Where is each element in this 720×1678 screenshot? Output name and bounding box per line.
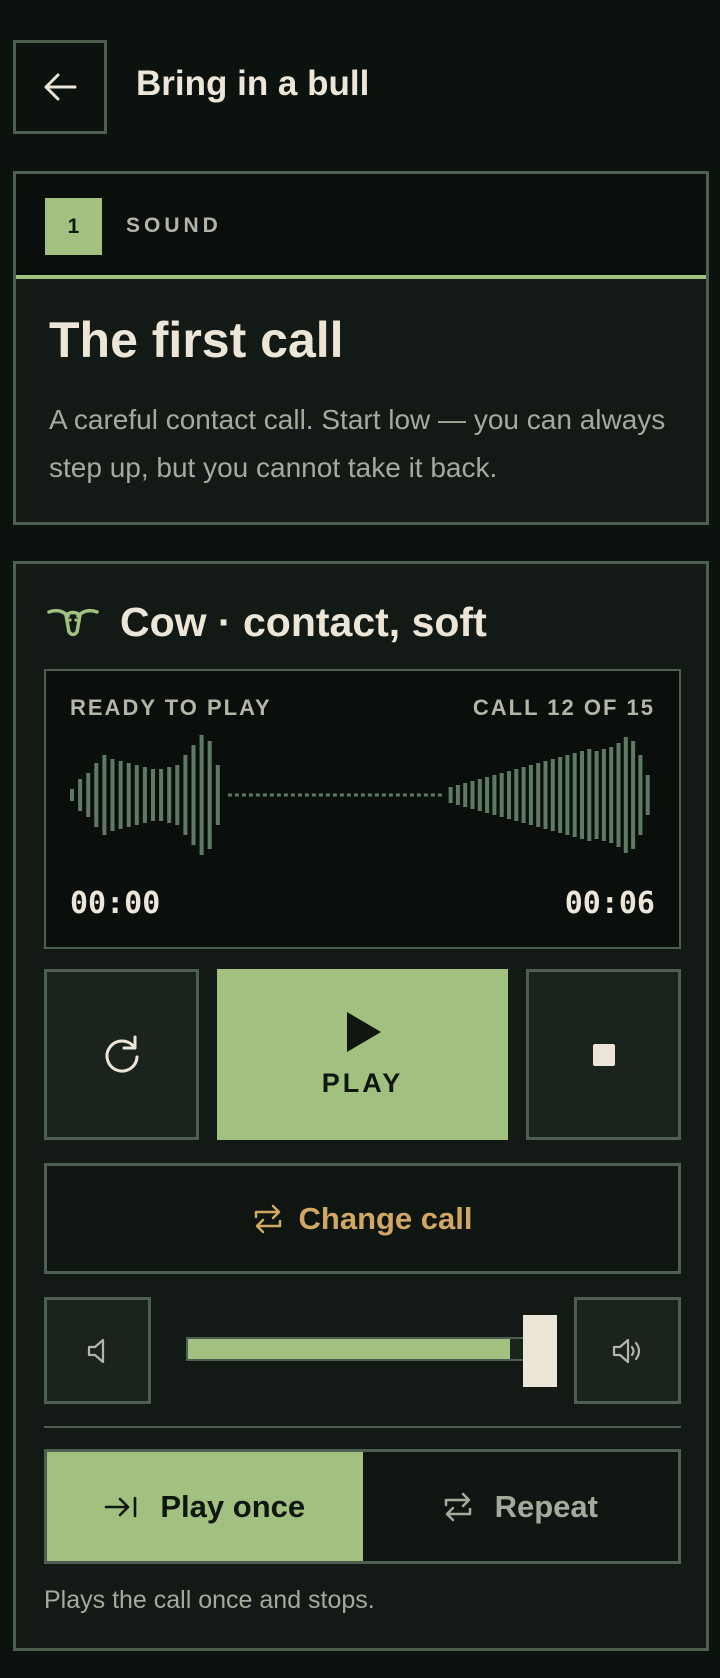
waveform-bar: [470, 781, 475, 809]
waveform-bar: [616, 743, 621, 847]
stop-icon: [592, 1043, 615, 1066]
repeat-option[interactable]: Repeat: [363, 1452, 679, 1561]
play-once-icon: [105, 1496, 137, 1517]
step-heading: The first call: [49, 312, 344, 368]
waveform-bar: [151, 769, 155, 821]
waveform-bar: [463, 783, 468, 807]
waveform-bar: [477, 779, 482, 811]
change-call-label: Change call: [298, 1200, 473, 1236]
waveform-bar: [565, 755, 570, 835]
swap-icon: [254, 1204, 281, 1233]
step-header: 1 SOUND: [16, 174, 706, 279]
waveform-bar: [455, 785, 460, 805]
waveform-bar: [638, 755, 643, 835]
play-once-label: Play once: [160, 1488, 306, 1524]
call-player: Cow · contact, soft READY TO PLAY CALL 1…: [13, 561, 709, 1651]
waveform-bar: [587, 749, 592, 841]
waveform-bar: [507, 771, 511, 819]
step-card: 1 SOUND The first call A careful contact…: [13, 171, 709, 525]
step-number-badge: 1: [45, 198, 102, 255]
waveform-bar: [78, 779, 83, 811]
waveform-panel: READY TO PLAY CALL 12 OF 15 00:00 00:06: [44, 669, 681, 949]
waveform-bar: [183, 755, 188, 835]
volume-slider-track[interactable]: [186, 1337, 544, 1361]
waveform-bar: [514, 769, 519, 821]
waveform-bar: [543, 761, 548, 829]
volume-slider-fill: [188, 1339, 511, 1359]
volume-slider-thumb[interactable]: [523, 1315, 557, 1387]
playback-status: READY TO PLAY: [70, 695, 272, 720]
waveform-bar: [167, 767, 172, 823]
waveform-bar: [550, 759, 555, 831]
waveform-bar: [70, 789, 74, 801]
waveform-bar: [102, 755, 107, 835]
call-name-row: Cow · contact, soft: [46, 594, 487, 650]
play-button-label: PLAY: [321, 1068, 404, 1098]
step-description: A careful contact call. Start low — you …: [49, 404, 666, 483]
change-call-button[interactable]: Change call: [44, 1163, 681, 1274]
stop-button[interactable]: [526, 969, 681, 1140]
repeat-icon: [444, 1492, 471, 1521]
volume-low-icon: [87, 1338, 104, 1363]
arrow-left-icon: [44, 73, 77, 101]
waveform-bar: [175, 765, 180, 825]
waveform-bar: [142, 767, 147, 823]
waveform-bar: [499, 773, 504, 817]
waveform-bar: [126, 763, 131, 827]
cow-head-icon: [47, 608, 99, 637]
waveform-bar: [492, 775, 497, 815]
waveform-bar: [207, 741, 212, 849]
waveform-bar: [631, 741, 636, 849]
waveform: [70, 735, 650, 855]
step-kind-label: SOUND: [126, 214, 222, 237]
waveform-bar: [485, 777, 490, 813]
volume-down-button[interactable]: [44, 1297, 151, 1404]
waveform-bar: [601, 749, 606, 841]
play-once-option[interactable]: Play once: [47, 1452, 363, 1561]
waveform-bar: [609, 747, 614, 843]
waveform-bar: [118, 761, 123, 829]
volume-up-button[interactable]: [574, 1297, 681, 1404]
divider: [44, 1426, 681, 1428]
waveform-bar: [580, 751, 584, 839]
waveform-bar: [536, 763, 541, 827]
waveform-bar: [191, 745, 196, 845]
waveform-bar: [110, 759, 115, 831]
total-time: 00:06: [564, 886, 655, 921]
call-name: Cow · contact, soft: [120, 598, 487, 645]
waveform-bar: [199, 735, 204, 855]
play-button[interactable]: PLAY: [217, 969, 508, 1140]
waveform-bar: [215, 765, 220, 825]
waveform-bar: [134, 765, 139, 825]
play-mode-hint: Plays the call once and stops.: [44, 1586, 375, 1614]
waveform-bar: [528, 765, 533, 825]
back-button[interactable]: [13, 40, 107, 134]
waveform-bar: [645, 775, 650, 815]
volume-high-icon: [612, 1338, 640, 1363]
replay-button[interactable]: [44, 969, 199, 1140]
play-mode-toggle: Play once Repeat: [44, 1449, 681, 1564]
waveform-bar: [623, 737, 628, 853]
play-icon: [346, 1012, 381, 1052]
waveform-bar: [159, 769, 164, 821]
waveform-bar: [572, 753, 577, 837]
elapsed-time: 00:00: [70, 886, 161, 921]
waveform-bar: [86, 773, 91, 817]
replay-icon: [105, 1035, 138, 1073]
waveform-bar: [558, 757, 563, 833]
call-counter: CALL 12 OF 15: [472, 695, 655, 720]
waveform-bar: [521, 767, 526, 823]
waveform-bar: [94, 763, 99, 827]
waveform-bar: [594, 751, 599, 839]
repeat-label: Repeat: [494, 1488, 598, 1524]
waveform-bar: [448, 787, 453, 803]
page-title: Bring in a bull: [136, 64, 370, 103]
